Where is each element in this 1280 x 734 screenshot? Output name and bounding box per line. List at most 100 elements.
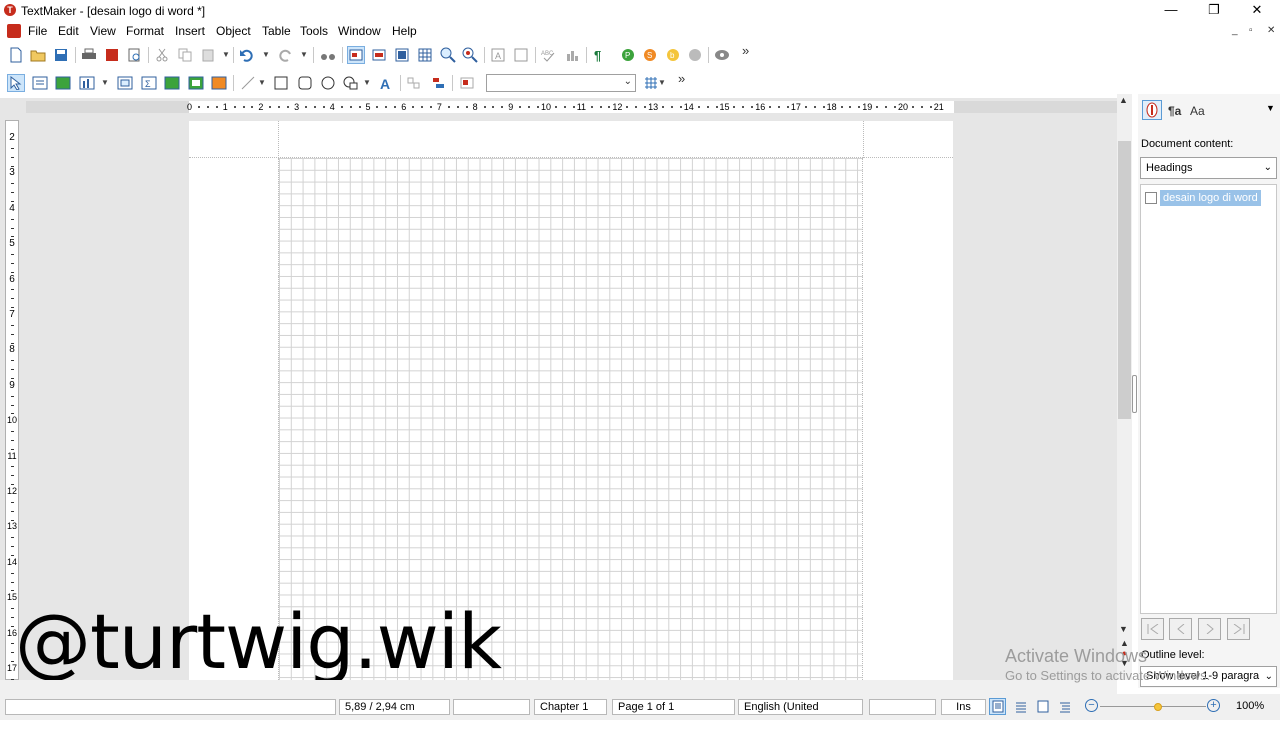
new-document-icon[interactable] xyxy=(7,46,25,64)
export-pdf-icon[interactable] xyxy=(103,46,121,64)
menu-view[interactable]: View xyxy=(90,24,116,38)
mdi-close-button[interactable]: ✕ xyxy=(1267,25,1275,36)
rounded-rectangle-tool-icon[interactable] xyxy=(296,74,314,92)
document-menu-icon[interactable] xyxy=(7,24,21,38)
fill-dropdown-icon[interactable]: ▼ xyxy=(658,78,666,87)
planmaker-object-icon[interactable] xyxy=(163,74,181,92)
table-grid-icon[interactable] xyxy=(416,46,434,64)
vertical-scrollbar[interactable]: ▲ ▼ xyxy=(1117,94,1132,680)
undo-icon[interactable] xyxy=(238,46,256,64)
presentations-object-icon[interactable] xyxy=(187,74,205,92)
redo-dropdown-icon[interactable]: ▼ xyxy=(300,50,308,59)
zoom-magnifier-icon[interactable] xyxy=(439,46,457,64)
menu-file[interactable]: File xyxy=(28,24,47,38)
text-frame-insert-icon[interactable] xyxy=(31,74,49,92)
scroll-down-icon[interactable]: ▼ xyxy=(1119,624,1128,634)
save-icon[interactable] xyxy=(52,46,70,64)
horizontal-ruler[interactable]: 0 1 2 3 4 5 6 7 8 9 10 11 12 13 14 15 16 17 18 19 20 21 xyxy=(26,101,1117,113)
bookmark-icon[interactable]: b xyxy=(664,46,682,64)
group-icon[interactable] xyxy=(405,74,423,92)
visibility-icon[interactable] xyxy=(713,46,731,64)
textart-icon[interactable]: A xyxy=(377,74,395,92)
insert-mode-indicator[interactable]: Ins xyxy=(941,699,986,715)
content-type-select[interactable]: Headings ⌄ xyxy=(1140,157,1277,179)
spellcheck-icon[interactable]: ABC xyxy=(540,46,558,64)
field-shading-icon[interactable] xyxy=(347,46,365,64)
copy-icon[interactable] xyxy=(176,46,194,64)
form-fields-icon[interactable] xyxy=(370,46,388,64)
heading-checkbox[interactable] xyxy=(1145,192,1157,204)
rectangle-tool-icon[interactable] xyxy=(272,74,290,92)
panel-splitter[interactable] xyxy=(1132,375,1137,413)
ellipse-tool-icon[interactable] xyxy=(319,74,337,92)
chart-icon[interactable] xyxy=(563,46,581,64)
menu-insert[interactable]: Insert xyxy=(175,24,205,38)
mdi-minimize-button[interactable]: _ xyxy=(1232,25,1238,36)
menu-object[interactable]: Object xyxy=(216,24,251,38)
paragraph-marks-icon[interactable]: ¶ xyxy=(591,46,609,64)
slide-object-icon[interactable] xyxy=(210,74,228,92)
autoshape-dropdown-icon[interactable]: ▼ xyxy=(363,78,371,87)
paste-icon[interactable] xyxy=(199,46,217,64)
menu-window[interactable]: Window xyxy=(338,24,381,38)
menu-edit[interactable]: Edit xyxy=(58,24,79,38)
open-folder-icon[interactable] xyxy=(29,46,47,64)
autoshape-tool-icon[interactable] xyxy=(342,74,360,92)
chart-dropdown-icon[interactable]: ▼ xyxy=(101,78,109,87)
spreadsheet-icon[interactable]: S xyxy=(641,46,659,64)
line-dropdown-icon[interactable]: ▼ xyxy=(258,78,266,87)
picture-frame-icon[interactable] xyxy=(512,46,530,64)
panel-menu-chevron-icon[interactable]: ▼ xyxy=(1266,103,1275,113)
paragraph-styles-icon[interactable]: ¶a xyxy=(1166,100,1186,120)
zoom-slider-knob[interactable] xyxy=(1154,703,1163,711)
refresh-icon[interactable] xyxy=(686,46,704,64)
first-item-button[interactable] xyxy=(1141,618,1164,640)
chart-frame-icon[interactable] xyxy=(78,74,96,92)
character-styles-icon[interactable]: Aa xyxy=(1188,100,1208,120)
object-style-combo[interactable]: ⌄ xyxy=(486,74,636,92)
object-properties-icon[interactable] xyxy=(458,74,476,92)
picture-insert-icon[interactable] xyxy=(54,74,72,92)
find-binoculars-icon[interactable] xyxy=(319,46,337,64)
scroll-thumb[interactable] xyxy=(1118,141,1131,419)
cut-icon[interactable] xyxy=(153,46,171,64)
zoom-slider[interactable] xyxy=(1100,706,1206,707)
redo-icon[interactable] xyxy=(276,46,294,64)
mdi-restore-button[interactable]: ▫ xyxy=(1249,25,1253,36)
ole-object-icon[interactable] xyxy=(116,74,134,92)
zoom-level[interactable]: 100% xyxy=(1236,700,1264,712)
previous-item-button[interactable] xyxy=(1169,618,1192,640)
language-indicator[interactable]: English (United xyxy=(738,699,863,715)
navigator-icon[interactable] xyxy=(1142,100,1162,120)
align-objects-icon[interactable] xyxy=(430,74,448,92)
minimize-button[interactable]: — xyxy=(1149,0,1193,22)
menu-tools[interactable]: Tools xyxy=(300,24,328,38)
outline-view-icon[interactable] xyxy=(1056,698,1073,715)
more-tools-button[interactable]: » xyxy=(742,43,749,58)
zoom-out-icon[interactable]: − xyxy=(1085,699,1098,712)
continuous-view-icon[interactable] xyxy=(1012,698,1029,715)
line-tool-icon[interactable] xyxy=(239,74,257,92)
zoom-page-icon[interactable] xyxy=(461,46,479,64)
more-object-tools-button[interactable]: » xyxy=(678,71,685,86)
page-indicator[interactable]: Page 1 of 1 xyxy=(612,699,735,715)
tree-item-heading[interactable]: desain logo di word xyxy=(1160,190,1261,206)
menu-help[interactable]: Help xyxy=(392,24,417,38)
planmaker-icon[interactable]: P xyxy=(619,46,637,64)
normal-view-icon[interactable] xyxy=(989,698,1006,715)
last-item-button[interactable] xyxy=(1227,618,1250,640)
print-preview-icon[interactable] xyxy=(125,46,143,64)
text-frame-icon[interactable]: A xyxy=(489,46,507,64)
menu-format[interactable]: Format xyxy=(126,24,164,38)
restore-button[interactable]: ❐ xyxy=(1192,0,1236,22)
close-button[interactable]: ✕ xyxy=(1235,0,1279,22)
vertical-ruler[interactable]: 2 3 4 5 6 7 8 9 10 11 12 13 14 15 16 17 xyxy=(5,120,19,698)
formula-icon[interactable]: Σ xyxy=(140,74,158,92)
select-pointer-icon[interactable] xyxy=(7,74,25,92)
menu-table[interactable]: Table xyxy=(262,24,291,38)
print-icon[interactable] xyxy=(80,46,98,64)
page-view-icon[interactable] xyxy=(1034,698,1051,715)
paste-dropdown-icon[interactable]: ▼ xyxy=(222,50,230,59)
next-item-button[interactable] xyxy=(1198,618,1221,640)
zoom-in-icon[interactable]: + xyxy=(1207,699,1220,712)
